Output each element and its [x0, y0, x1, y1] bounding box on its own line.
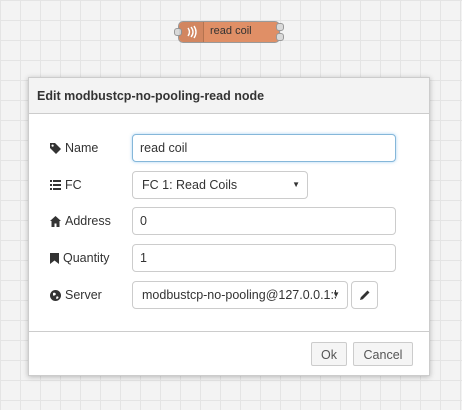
name-row: Name: [29, 134, 429, 162]
home-icon: [50, 215, 61, 227]
tag-icon: [50, 142, 61, 154]
node-label: read coil: [210, 25, 252, 37]
fc-selected-value: FC 1: Read Coils: [142, 178, 238, 192]
name-label-group: Name: [50, 141, 98, 155]
fc-select[interactable]: FC 1: Read Coils ▼: [132, 171, 308, 199]
node-output-port-2[interactable]: [276, 33, 284, 41]
address-row: Address: [29, 207, 429, 235]
pencil-icon: [360, 290, 370, 300]
address-label-group: Address: [50, 214, 111, 228]
server-row: Server modbustcp-no-pooling@127.0.0.1:50…: [29, 281, 429, 309]
quantity-row: Quantity: [29, 244, 429, 272]
node-icon-area: [179, 22, 204, 42]
flow-node-read-coil[interactable]: read coil: [174, 21, 284, 43]
edit-node-dialog: Edit modbustcp-no-pooling-read node Name…: [28, 77, 430, 376]
ok-button[interactable]: Ok: [311, 342, 347, 366]
quantity-label: Quantity: [63, 251, 110, 265]
quantity-label-group: Quantity: [50, 251, 110, 265]
address-input[interactable]: [132, 207, 396, 235]
server-label-group: Server: [50, 288, 102, 302]
fc-row: FC FC 1: Read Coils ▼: [29, 171, 429, 199]
server-selected-value: modbustcp-no-pooling@127.0.0.1:502: [142, 288, 336, 302]
chevron-down-icon: ▼: [332, 290, 340, 299]
cancel-button[interactable]: Cancel: [353, 342, 413, 366]
fc-label-group: FC: [50, 178, 82, 192]
edit-server-button[interactable]: [351, 281, 378, 309]
globe-icon: [50, 289, 61, 301]
server-select[interactable]: modbustcp-no-pooling@127.0.0.1:502 ▼: [132, 281, 348, 309]
bookmark-icon: [50, 252, 59, 264]
server-label: Server: [65, 288, 102, 302]
quantity-input[interactable]: [132, 244, 396, 272]
list-icon: [50, 180, 61, 190]
name-input[interactable]: [132, 134, 396, 162]
dialog-footer: Ok Cancel: [29, 331, 429, 375]
bridge-icon: [187, 25, 197, 39]
name-label: Name: [65, 141, 99, 155]
chevron-down-icon: ▼: [292, 180, 300, 189]
dialog-title: Edit modbustcp-no-pooling-read node: [29, 78, 429, 114]
address-label: Address: [65, 214, 111, 228]
node-output-port-1[interactable]: [276, 23, 284, 31]
fc-label: FC: [65, 178, 82, 192]
